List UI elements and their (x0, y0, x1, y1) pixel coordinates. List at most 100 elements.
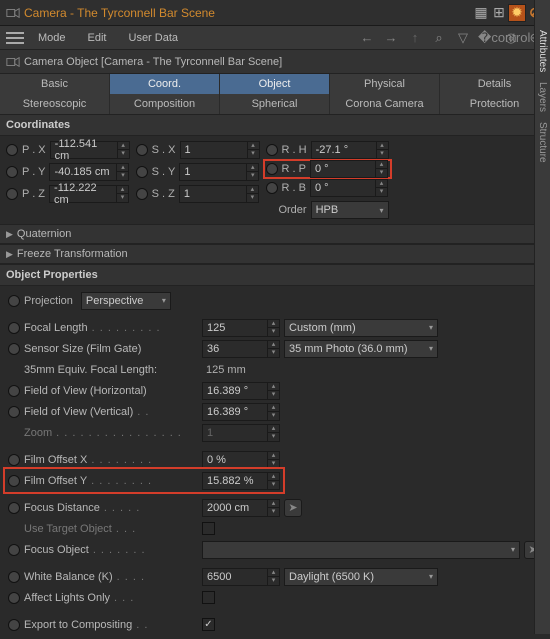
anim-radio[interactable] (6, 166, 18, 178)
anim-radio[interactable] (136, 188, 148, 200)
anim-radio[interactable] (6, 188, 18, 200)
equiv-label: 35mm Equiv. Focal Length: (24, 364, 157, 376)
anim-radio[interactable] (136, 144, 148, 156)
fovh-label: Field of View (Horizontal) (24, 385, 147, 397)
export-checkbox[interactable] (202, 618, 215, 631)
object-title: Camera - The Tyrconnell Bar Scene (24, 6, 472, 20)
sx-field[interactable]: 1▴▾ (180, 141, 260, 159)
anim-radio[interactable] (266, 144, 278, 156)
focal-field[interactable]: 125▴▾ (202, 319, 280, 337)
pz-label: P . Z (22, 188, 45, 200)
rp-label: R . P (282, 163, 306, 175)
sidetab-layers[interactable]: Layers (537, 82, 548, 112)
anim-radio[interactable] (8, 454, 20, 466)
projection-label: Projection (24, 295, 73, 307)
pick-focus-icon[interactable]: ➤ (284, 499, 302, 517)
affect-checkbox[interactable] (202, 591, 215, 604)
tab-composition[interactable]: Composition (110, 94, 220, 114)
equiv-value: 125 mm (202, 364, 280, 376)
quaternion-group[interactable]: ▶Quaternion (0, 224, 550, 244)
affect-label: Affect Lights Only (24, 592, 110, 604)
camera-icon (6, 6, 20, 20)
sidetab-structure[interactable]: Structure (537, 122, 548, 163)
anim-radio[interactable] (8, 322, 20, 334)
checker-icon[interactable]: ▦ (472, 4, 490, 22)
anim-radio[interactable] (266, 182, 278, 194)
tab-stereoscopic[interactable]: Stereoscopic (0, 94, 110, 114)
fovh-field[interactable]: 16.389 °▴▾ (202, 382, 280, 400)
usetarget-checkbox (202, 522, 215, 535)
menu-mode[interactable]: Mode (30, 32, 74, 44)
tab-spherical[interactable]: Spherical (220, 94, 330, 114)
anim-radio[interactable] (266, 163, 278, 175)
order-dropdown[interactable]: HPB▾ (311, 201, 389, 219)
chevron-right-icon: ▶ (6, 249, 13, 260)
anim-radio[interactable] (8, 295, 20, 307)
sy-field[interactable]: 1▴▾ (179, 163, 259, 181)
focal-preset-dropdown[interactable]: Custom (mm)▾ (284, 319, 438, 337)
anim-radio[interactable] (8, 343, 20, 355)
anim-radio[interactable] (8, 406, 20, 418)
fovv-label: Field of View (Vertical) (24, 406, 133, 418)
filter-icon[interactable]: ▽ (454, 30, 472, 46)
wb-field[interactable]: 6500▴▾ (202, 568, 280, 586)
tab-row-1: Basic Coord. Object Physical Details (0, 74, 550, 94)
wb-preset-dropdown[interactable]: Daylight (6500 K)▾ (284, 568, 438, 586)
sensor-preset-dropdown[interactable]: 35 mm Photo (36.0 mm)▾ (284, 340, 438, 358)
py-label: P . Y (22, 166, 45, 178)
offy-highlight: Film Offset Y. . . . . . . . 15.882 %▴▾ (3, 467, 285, 494)
lock-icon[interactable]: �control (478, 30, 496, 46)
tab-object[interactable]: Object (220, 74, 330, 94)
nav-forward-icon[interactable]: → (382, 30, 400, 45)
sz-field[interactable]: 1▴▾ (179, 185, 259, 203)
anim-radio[interactable] (8, 385, 20, 397)
menu-icon[interactable] (6, 31, 24, 45)
sidebar-tabs: Attributes Layers Structure (534, 0, 550, 634)
px-field[interactable]: -112.541 cm▴▾ (50, 141, 130, 159)
rh-field[interactable]: -27.1 °▴▾ (311, 141, 389, 159)
rb-label: R . B (282, 182, 306, 194)
render-icon[interactable]: ✹ (508, 4, 526, 22)
fovv-field[interactable]: 16.389 °▴▾ (202, 403, 280, 421)
grid-icon[interactable]: ⊞ (490, 4, 508, 22)
rb-field[interactable]: 0 °▴▾ (310, 179, 388, 197)
anim-radio[interactable] (136, 166, 148, 178)
freeze-group[interactable]: ▶Freeze Transformation (0, 244, 550, 264)
focusobj-field[interactable]: ▾ (202, 541, 520, 559)
object-properties-panel: Projection Perspective▾ Focal Length. . … (0, 286, 550, 639)
target-icon[interactable]: ◎ (502, 30, 520, 46)
sidetab-attributes[interactable]: Attributes (537, 30, 548, 72)
anim-radio[interactable] (8, 544, 20, 556)
menu-edit[interactable]: Edit (80, 32, 115, 44)
zoom-label: Zoom (24, 427, 52, 439)
tab-physical[interactable]: Physical (330, 74, 440, 94)
menu-userdata[interactable]: User Data (121, 32, 187, 44)
anim-radio[interactable] (8, 475, 20, 487)
nav-back-icon[interactable]: ← (358, 30, 376, 45)
nav-up-icon[interactable]: ↑ (406, 30, 424, 45)
anim-radio[interactable] (6, 144, 18, 156)
usetarget-label: Use Target Object (24, 523, 112, 535)
pz-field[interactable]: -112.222 cm▴▾ (49, 185, 129, 203)
tab-basic[interactable]: Basic (0, 74, 110, 94)
anim-radio[interactable] (8, 619, 20, 631)
anim-radio[interactable] (8, 571, 20, 583)
anim-radio[interactable] (8, 502, 20, 514)
projection-dropdown[interactable]: Perspective▾ (81, 292, 171, 310)
menu-bar: Mode Edit User Data ← → ↑ ⌕ ▽ �control ◎… (0, 26, 550, 50)
focusd-field[interactable]: 2000 cm▴▾ (202, 499, 280, 517)
tab-coord[interactable]: Coord. (110, 74, 220, 94)
title-bar: Camera - The Tyrconnell Bar Scene ▦ ⊞ ✹ … (0, 0, 550, 26)
zoom-field: 1▴▾ (202, 424, 280, 442)
offx-field[interactable]: 0 %▴▾ (202, 451, 280, 469)
offx-label: Film Offset X (24, 454, 87, 466)
tab-corona[interactable]: Corona Camera (330, 94, 440, 114)
anim-radio[interactable] (8, 592, 20, 604)
py-field[interactable]: -40.185 cm▴▾ (49, 163, 129, 181)
offy-field[interactable]: 15.882 %▴▾ (202, 472, 280, 490)
sensor-field[interactable]: 36▴▾ (202, 340, 280, 358)
rp-field[interactable]: 0 °▴▾ (310, 160, 388, 178)
search-icon[interactable]: ⌕ (430, 30, 448, 46)
sz-label: S . Z (152, 188, 175, 200)
order-label: Order (278, 204, 306, 216)
